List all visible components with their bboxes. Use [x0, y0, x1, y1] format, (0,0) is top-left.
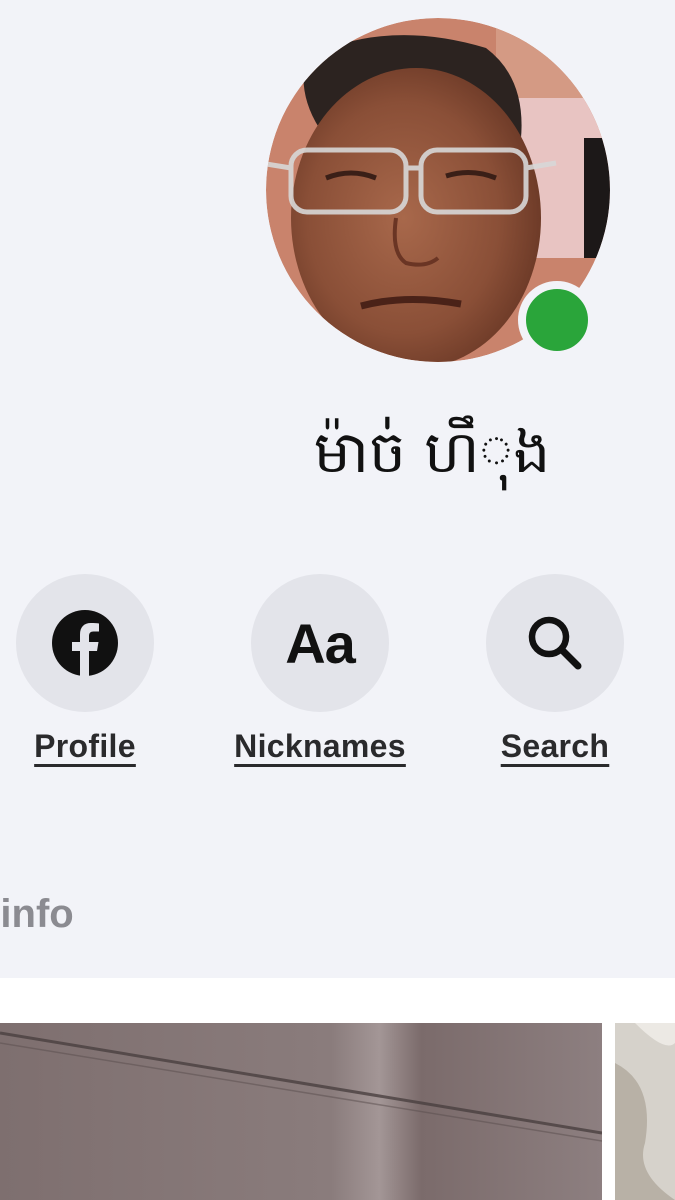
media-thumbnail[interactable]: [615, 1023, 675, 1200]
search-action[interactable]: Search: [445, 574, 665, 765]
chat-info-section-label[interactable]: t info: [0, 892, 74, 937]
contact-details-panel: ម៉ាច់ ហឹុង Profile Aa Nicknames Search t…: [0, 0, 675, 978]
search-icon: [528, 616, 582, 670]
text-aa-icon: Aa: [285, 611, 356, 675]
nicknames-action[interactable]: Aa Nicknames: [210, 574, 430, 765]
profile-label[interactable]: Profile: [34, 728, 136, 765]
nicknames-button[interactable]: Aa: [251, 574, 389, 712]
online-status-indicator: [518, 281, 596, 359]
avatar-container: [266, 18, 610, 362]
profile-button[interactable]: [16, 574, 154, 712]
shared-media-strip: [0, 978, 675, 1200]
contact-name: ម៉ាច់ ហឹុង: [313, 418, 551, 486]
nicknames-label[interactable]: Nicknames: [234, 728, 406, 765]
media-image: [615, 1023, 675, 1200]
media-thumbnail[interactable]: [0, 1023, 602, 1200]
media-image: [0, 1023, 602, 1200]
profile-action[interactable]: Profile: [0, 574, 195, 765]
search-button[interactable]: [486, 574, 624, 712]
search-label[interactable]: Search: [501, 728, 610, 765]
facebook-icon: [52, 610, 118, 677]
